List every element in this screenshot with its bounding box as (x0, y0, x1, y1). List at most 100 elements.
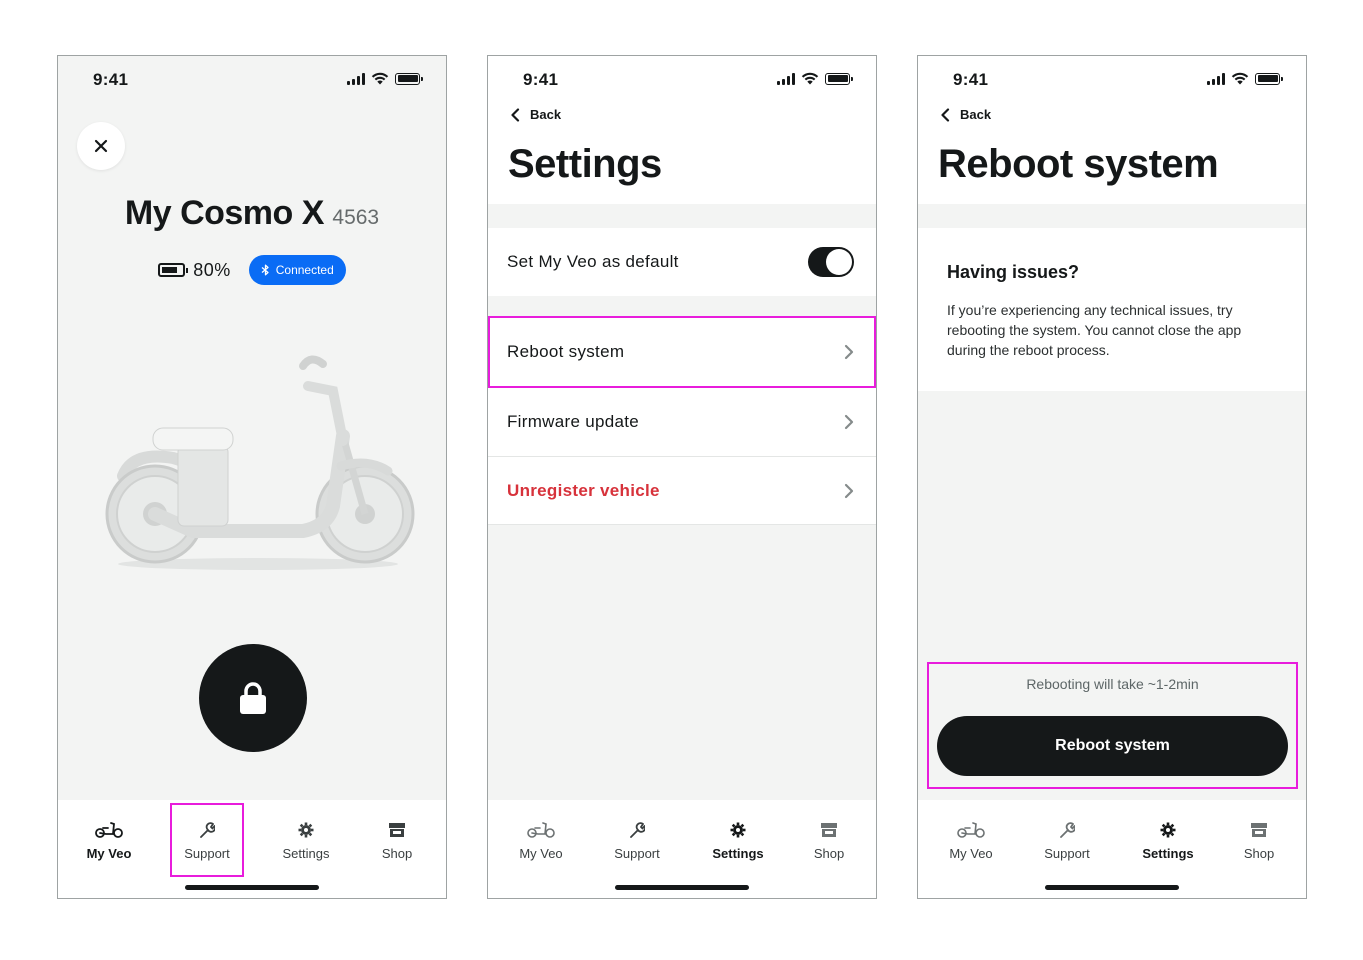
tab-label: My Veo (86, 846, 132, 861)
lock-icon (240, 682, 266, 714)
gear-icon (730, 822, 746, 838)
phone-settings-screen: 9:41 Back Settings Set My Veo as default… (487, 55, 877, 899)
tab-support[interactable]: Support (170, 803, 244, 877)
cellular-signal-icon (1207, 72, 1225, 85)
tab-settings[interactable]: Settings (266, 820, 346, 861)
tab-label: Shop (381, 846, 413, 861)
vehicle-name: My Cosmo X (124, 194, 325, 232)
status-bar: 9:41 (488, 56, 876, 104)
store-icon (389, 823, 405, 837)
status-time: 9:41 (523, 70, 559, 89)
close-icon (94, 139, 108, 153)
settings-item-label: Unregister vehicle (507, 481, 660, 500)
store-icon (821, 823, 837, 837)
home-indicator (185, 885, 319, 890)
tab-my-veo[interactable]: My Veo (501, 820, 581, 861)
gear-icon (298, 822, 314, 838)
page-title: Reboot system (938, 142, 1219, 186)
tab-label: Shop (1243, 846, 1275, 861)
issue-description: If you’re experiencing any technical iss… (947, 302, 1242, 358)
status-time: 9:41 (93, 70, 129, 89)
cellular-signal-icon (777, 72, 795, 85)
settings-item-label: Reboot system (507, 342, 625, 361)
lock-button[interactable] (199, 644, 307, 752)
settings-item-firmware-update[interactable]: Firmware update (488, 388, 876, 456)
tab-shop[interactable]: Shop (357, 820, 437, 861)
wifi-icon (371, 72, 389, 85)
tab-settings[interactable]: Settings (1128, 820, 1208, 861)
vehicle-number: 4563 (332, 206, 380, 229)
battery-status-icon (1255, 72, 1283, 85)
scooter-image (105, 355, 415, 570)
divider (488, 524, 876, 525)
tab-shop[interactable]: Shop (789, 820, 869, 861)
tab-label: Support (184, 846, 230, 861)
tab-bar: My Veo Support Settings Shop (58, 800, 446, 898)
close-button[interactable] (77, 122, 125, 170)
reboot-action-area: Rebooting will take ~1-2min Reboot syste… (927, 662, 1298, 789)
issue-heading: Having issues? (947, 262, 1080, 282)
tab-support[interactable]: Support (1027, 820, 1107, 861)
wifi-icon (1231, 72, 1249, 85)
wrench-icon (1060, 822, 1075, 838)
scooter-icon (957, 822, 985, 838)
default-toggle[interactable] (808, 247, 854, 277)
chevron-left-icon (941, 107, 950, 122)
vehicle-title: My Cosmo X 4563 (58, 194, 446, 233)
wrench-icon (630, 822, 645, 838)
home-indicator (1045, 885, 1179, 890)
tab-bar: My Veo Support Settings Shop (918, 800, 1306, 898)
status-bar: 9:41 (58, 56, 446, 104)
chevron-right-icon (844, 344, 854, 360)
tab-label: Settings (712, 846, 764, 861)
tab-label: Settings (1142, 846, 1194, 861)
connected-label: Connected (275, 263, 334, 277)
chevron-right-icon (844, 414, 854, 430)
chevron-left-icon (511, 107, 520, 122)
scooter-icon (527, 822, 555, 838)
bluetooth-icon (261, 264, 269, 276)
battery-status-icon (395, 72, 423, 85)
home-indicator (615, 885, 749, 890)
cellular-signal-icon (347, 72, 365, 85)
wrench-icon (200, 822, 215, 838)
tab-bar: My Veo Support Settings Shop (488, 800, 876, 898)
back-button[interactable]: Back (940, 107, 991, 122)
tab-shop[interactable]: Shop (1219, 820, 1299, 861)
page-title: Settings (508, 142, 662, 186)
settings-item-label: Firmware update (507, 412, 640, 431)
scooter-icon (95, 822, 123, 838)
store-icon (1251, 823, 1267, 837)
tab-my-veo[interactable]: My Veo (931, 820, 1011, 861)
tab-label: Settings (282, 846, 330, 861)
tab-label: Support (614, 846, 660, 861)
vehicle-status: 80% Connected (58, 255, 446, 285)
reboot-duration-note: Rebooting will take ~1-2min (1026, 676, 1199, 692)
phone-my-veo-screen: 9:41 My Cosmo X 4563 80% Connected My Ve… (57, 55, 447, 899)
back-label: Back (530, 107, 562, 122)
default-toggle-label: Set My Veo as default (507, 252, 679, 271)
tab-settings[interactable]: Settings (698, 820, 778, 861)
settings-header: 9:41 Back Settings (488, 56, 876, 204)
tab-label: Support (1044, 846, 1090, 861)
back-label: Back (960, 107, 992, 122)
wifi-icon (801, 72, 819, 85)
chevron-right-icon (844, 483, 854, 499)
back-button[interactable]: Back (510, 107, 561, 122)
battery-percentage: 80% (193, 259, 231, 280)
default-vehicle-row: Set My Veo as default (488, 228, 876, 296)
gear-icon (1160, 822, 1176, 838)
tab-label: Shop (813, 846, 845, 861)
settings-item-reboot-system[interactable]: Reboot system (488, 316, 876, 388)
status-time: 9:41 (953, 70, 989, 89)
reboot-system-button[interactable]: Reboot system (937, 716, 1288, 776)
status-bar: 9:41 (918, 56, 1306, 104)
settings-item-unregister-vehicle[interactable]: Unregister vehicle (488, 457, 876, 525)
tab-label: My Veo (949, 846, 993, 861)
connected-badge: Connected (248, 255, 346, 285)
tab-support[interactable]: Support (597, 820, 677, 861)
issue-card: Having issues? If you’re experiencing an… (918, 228, 1306, 391)
tab-my-veo[interactable]: My Veo (69, 820, 149, 861)
vehicle-battery-icon (158, 263, 189, 277)
battery-status-icon (825, 72, 853, 85)
